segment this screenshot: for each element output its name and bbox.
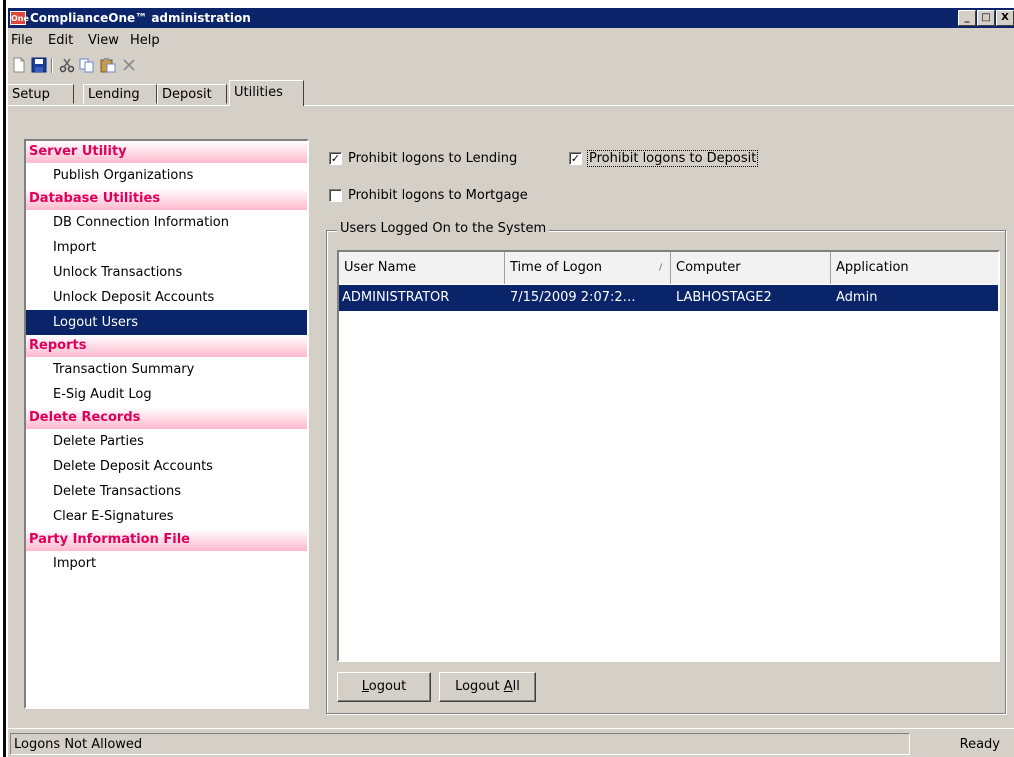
checkbox-box[interactable]: ✓ [329, 152, 342, 165]
tree-item-clear-e-signatures[interactable]: Clear E-Signatures [26, 504, 307, 529]
main-window: One ComplianceOne™ administration _ □ X … [8, 8, 1014, 757]
tree-item-import-party[interactable]: Import [26, 551, 307, 576]
window-controls: _ □ X [957, 10, 1014, 26]
tab-deposit[interactable]: Deposit [157, 84, 227, 104]
cell-time-of-logon: 7/15/2009 2:07:2… [510, 290, 636, 305]
column-application[interactable]: Application [831, 252, 998, 284]
sort-indicator-icon: / [658, 263, 662, 273]
status-bar: Logons Not Allowed Ready [8, 728, 1014, 757]
cell-application: Admin [836, 290, 878, 305]
checkbox-label: Prohibit logons to Lending [348, 151, 518, 166]
button-label: Logout [361, 679, 407, 694]
users-list[interactable]: User Name Time of Logon / Computer Appli… [337, 250, 1000, 662]
save-icon[interactable] [30, 56, 48, 74]
close-button[interactable]: X [996, 10, 1014, 26]
checkbox-label: Prohibit logons to Deposit [586, 150, 759, 167]
column-label: Time of Logon [510, 260, 603, 275]
toolbar-separator [51, 58, 53, 73]
logout-all-button[interactable]: Logout All [439, 672, 536, 702]
delete-icon[interactable] [120, 56, 138, 74]
tree-item-publish-organizations[interactable]: Publish Organizations [26, 163, 307, 188]
tree-item-delete-parties[interactable]: Delete Parties [26, 429, 307, 454]
prohibit-mortgage-checkbox[interactable]: Prohibit logons to Mortgage [329, 188, 528, 203]
list-header: User Name Time of Logon / Computer Appli… [339, 252, 998, 284]
checkbox-label: Prohibit logons to Mortgage [348, 188, 528, 203]
tree-item-delete-transactions[interactable]: Delete Transactions [26, 479, 307, 504]
status-message: Logons Not Allowed [10, 733, 910, 755]
prohibit-lending-checkbox[interactable]: ✓ Prohibit logons to Lending [329, 151, 517, 166]
tab-utilities[interactable]: Utilities [229, 80, 304, 106]
menu-help[interactable]: Help [130, 33, 160, 48]
title-bar[interactable]: One ComplianceOne™ administration _ □ X [8, 8, 1014, 28]
logout-button[interactable]: Logout [337, 672, 431, 702]
tree-item-import-db[interactable]: Import [26, 235, 307, 260]
tree-item-unlock-transactions[interactable]: Unlock Transactions [26, 260, 307, 285]
checkbox-box[interactable] [329, 189, 342, 202]
column-user-name[interactable]: User Name [339, 252, 505, 284]
window-title: ComplianceOne™ administration [30, 11, 251, 25]
prohibit-deposit-checkbox[interactable]: ✓ Prohibit logons to Deposit [569, 150, 759, 167]
table-row[interactable]: ADMINISTRATOR 7/15/2009 2:07:2… LABHOSTA… [339, 285, 998, 311]
tree-item-transaction-summary[interactable]: Transaction Summary [26, 357, 307, 382]
app-icon: One [10, 11, 29, 25]
tab-lending[interactable]: Lending [83, 84, 157, 104]
minimize-button[interactable]: _ [958, 10, 976, 26]
tree-item-delete-deposit-accounts[interactable]: Delete Deposit Accounts [26, 454, 307, 479]
column-computer[interactable]: Computer [671, 252, 831, 284]
checkbox-box[interactable]: ✓ [569, 152, 582, 165]
tree-item-e-sig-audit-log[interactable]: E-Sig Audit Log [26, 382, 307, 407]
menu-edit[interactable]: Edit [48, 33, 73, 48]
maximize-button[interactable]: □ [977, 10, 995, 26]
copy-icon[interactable] [78, 56, 96, 74]
tree-group-reports[interactable]: Reports [26, 335, 307, 357]
cell-user-name: ADMINISTRATOR [342, 290, 450, 305]
desktop-edge [0, 0, 8, 757]
tab-panel-border [8, 105, 1014, 106]
tree-group-delete-records[interactable]: Delete Records [26, 407, 307, 429]
tree-group-server-utility[interactable]: Server Utility [26, 141, 307, 163]
cut-icon[interactable] [58, 56, 76, 74]
tab-setup[interactable]: Setup [8, 84, 74, 104]
tab-strip: Setup Lending Deposit Utilities [8, 80, 1014, 106]
column-time-of-logon[interactable]: Time of Logon / [505, 252, 671, 284]
utilities-tree: Server Utility Publish Organizations Dat… [24, 139, 309, 709]
toolbar [8, 53, 1014, 77]
paste-icon[interactable] [99, 56, 117, 74]
button-label: Logout All [455, 679, 520, 694]
new-document-icon[interactable] [10, 56, 28, 74]
menu-bar: File Edit View Help [8, 28, 1014, 53]
tree-item-unlock-deposit-accounts[interactable]: Unlock Deposit Accounts [26, 285, 307, 310]
cell-computer: LABHOSTAGE2 [676, 290, 772, 305]
tree-item-logout-users[interactable]: Logout Users [26, 310, 307, 335]
status-ready: Ready [959, 737, 1000, 752]
menu-file[interactable]: File [11, 33, 33, 48]
users-groupbox-label: Users Logged On to the System [337, 221, 550, 236]
tree-item-db-connection-information[interactable]: DB Connection Information [26, 210, 307, 235]
menu-view[interactable]: View [88, 33, 119, 48]
tree-group-party-information-file[interactable]: Party Information File [26, 529, 307, 551]
tree-group-database-utilities[interactable]: Database Utilities [26, 188, 307, 210]
